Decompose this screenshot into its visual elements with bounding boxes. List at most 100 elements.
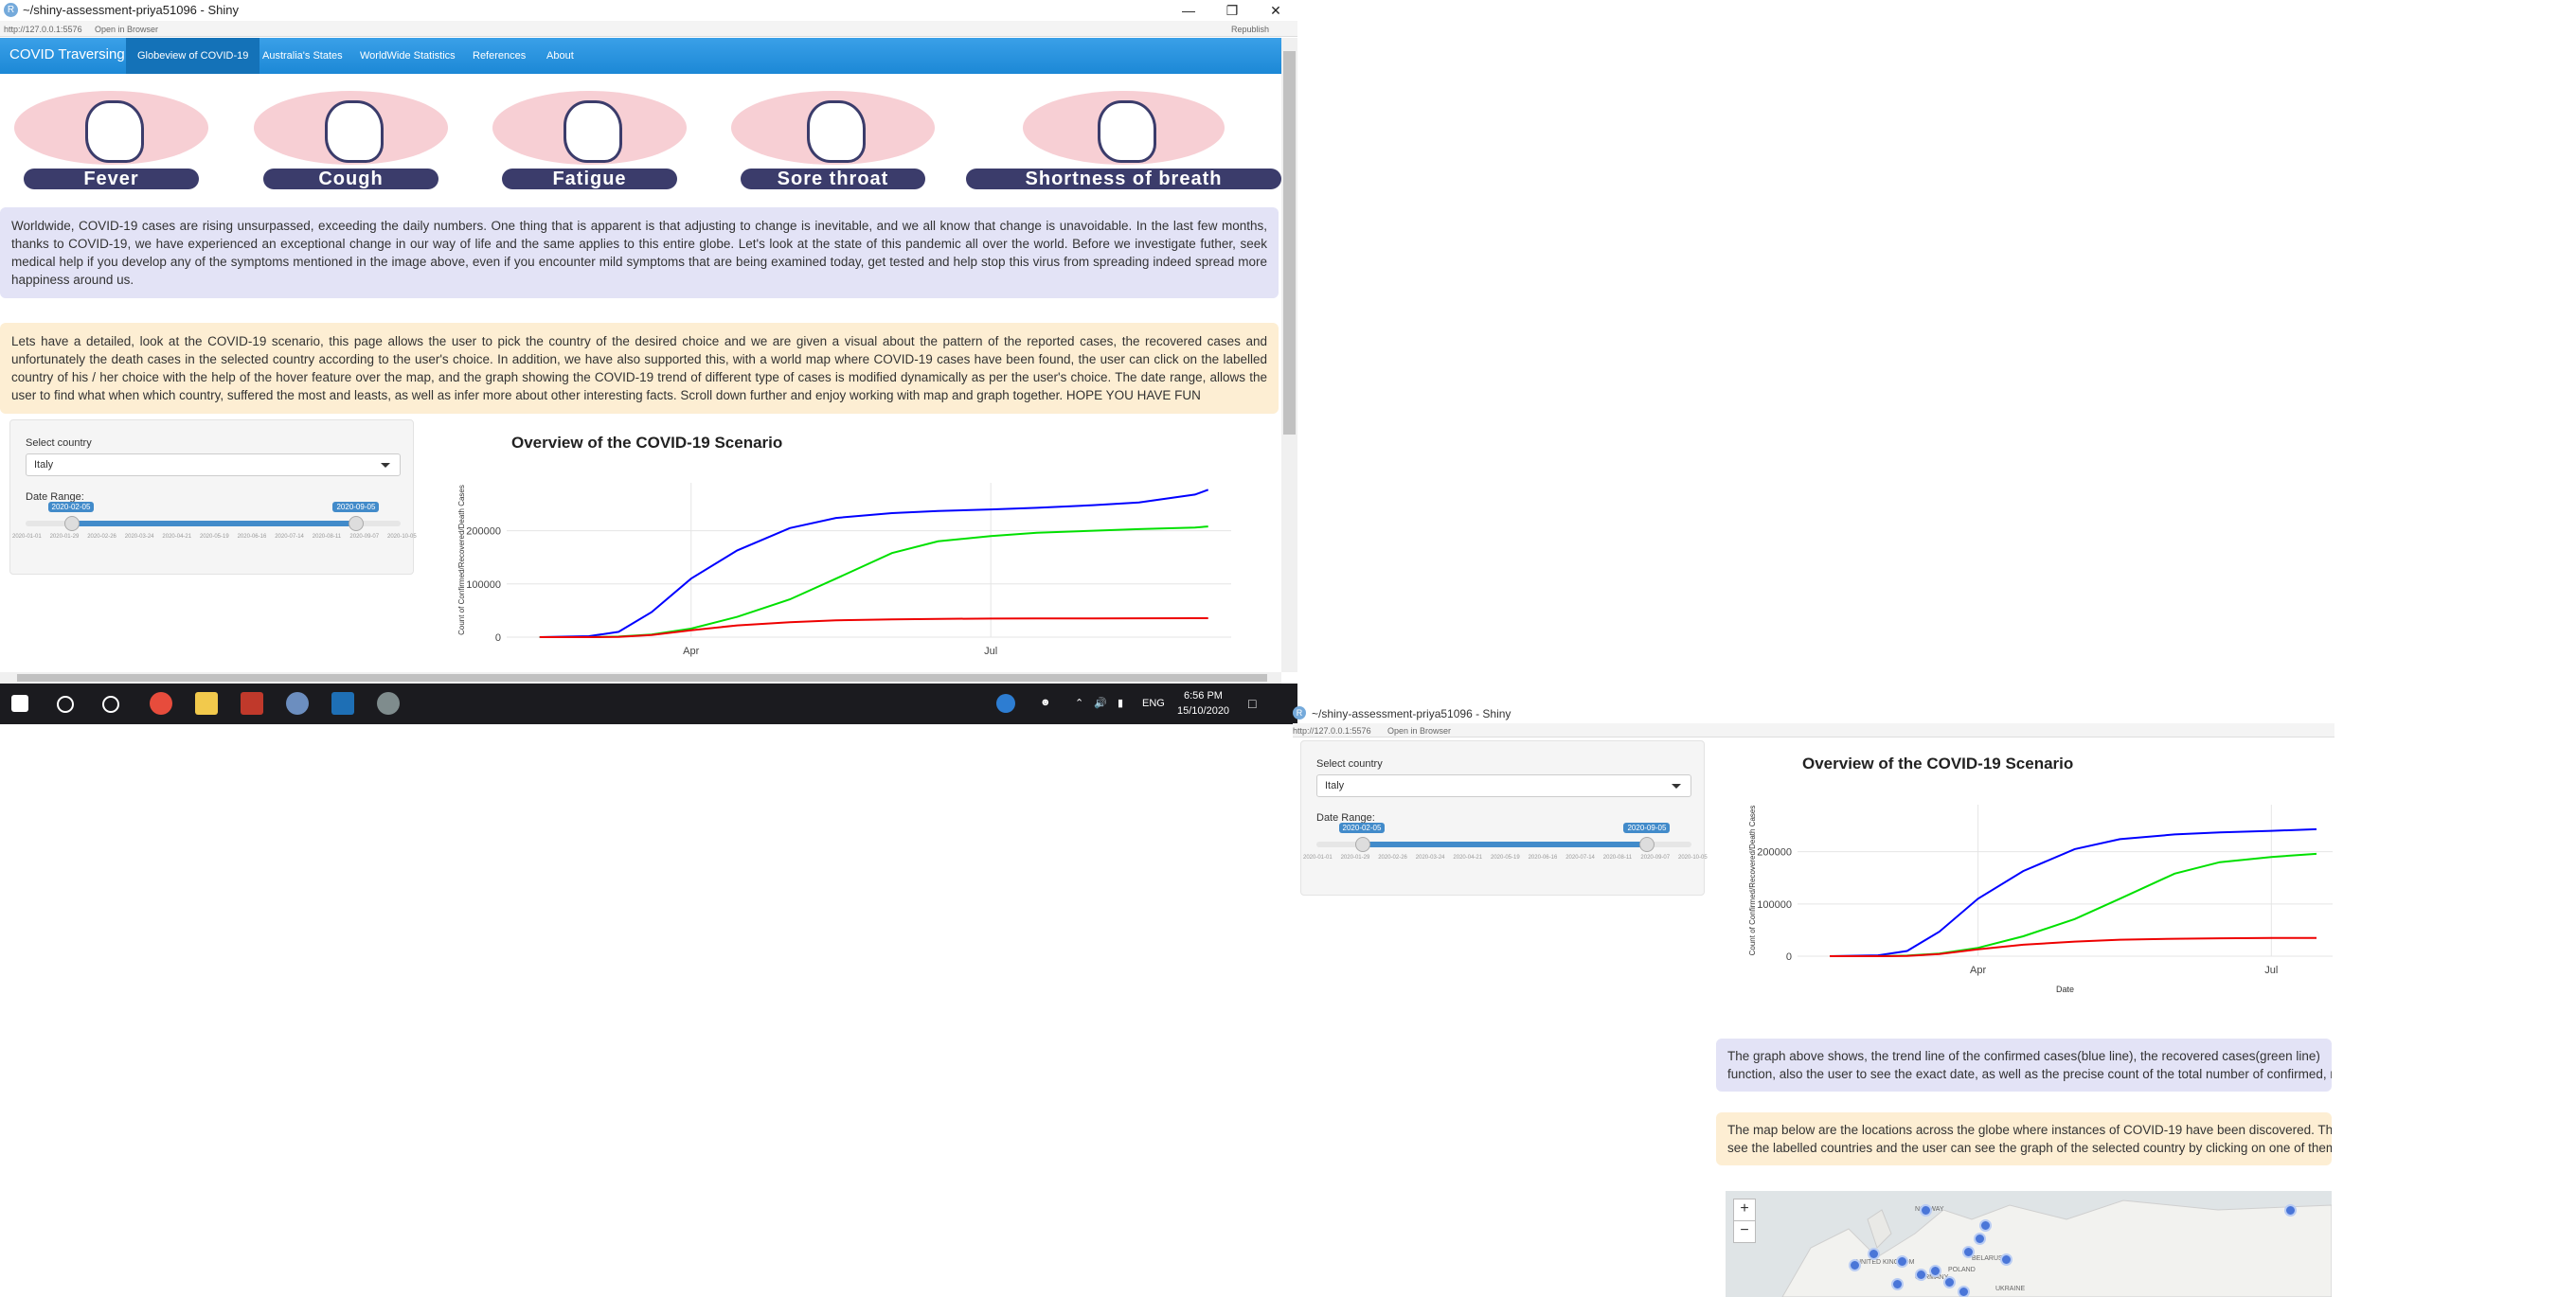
close-button[interactable]: ✕ — [1254, 0, 1297, 21]
country-select[interactable]: Italy — [1316, 774, 1691, 797]
volume-icon[interactable]: 🔊 — [1094, 697, 1107, 709]
hscrollbar-thumb[interactable] — [17, 674, 1267, 682]
zoom-out-button[interactable]: − — [1733, 1220, 1756, 1243]
map-marker[interactable] — [1891, 1278, 1904, 1290]
zoom-in-button[interactable]: + — [1733, 1199, 1756, 1221]
symptom-shortness-of-breath: Shortness of breath — [966, 91, 1281, 189]
vertical-scrollbar[interactable] — [1281, 38, 1297, 672]
series-line-2 — [1830, 936, 2317, 957]
windows-start-icon[interactable] — [11, 695, 28, 712]
slider-tick-label: 2020-08-11 — [1602, 855, 1633, 861]
clock-date[interactable]: 15/10/2020 — [1177, 705, 1229, 717]
navbar-brand[interactable]: COVID Traversing — [9, 46, 125, 62]
covid-line-chart[interactable]: 0 100000 200000 Apr Jul Count of Confirmed/Re… — [455, 464, 1260, 672]
detail-panel: Lets have a detailed, look at the COVID-… — [0, 323, 1279, 414]
window-title: ~/shiny-assessment-priya51096 - Shiny — [23, 3, 239, 17]
map-caption: The map below are the locations across t… — [1727, 1123, 2332, 1137]
tab-worldwide-statistics[interactable]: WorldWide Statistics — [349, 38, 467, 74]
map-marker[interactable] — [1849, 1259, 1861, 1271]
file-explorer-icon[interactable] — [195, 692, 218, 715]
map-marker[interactable] — [1896, 1255, 1908, 1268]
minimize-button[interactable]: — — [1167, 0, 1210, 21]
cortana-icon[interactable] — [102, 696, 119, 713]
rstudio-icon: R — [4, 3, 18, 17]
clock-time[interactable]: 6:56 PM — [1184, 690, 1223, 702]
chevron-up-icon[interactable]: ⌃ — [1075, 697, 1083, 709]
y-tick-label: 100000 — [466, 579, 501, 591]
help-icon[interactable] — [996, 694, 1015, 713]
slider-tick-label: 2020-05-19 — [200, 534, 229, 540]
slider-tick-label: 2020-08-11 — [312, 534, 342, 540]
open-in-browser-button[interactable]: Open in Browser — [95, 25, 158, 34]
slider-tick-label: 2020-07-14 — [1565, 855, 1595, 861]
map-marker[interactable] — [2284, 1204, 2297, 1217]
people-icon[interactable]: ☻ — [1040, 697, 1051, 708]
map-marker[interactable] — [2000, 1253, 2012, 1266]
map-marker[interactable] — [1974, 1233, 1986, 1245]
map-marker[interactable] — [1958, 1286, 1970, 1297]
y-tick-label: 100000 — [1757, 899, 1792, 911]
controls-panel-2: Select country Italy Date Range: 2020-02… — [1300, 740, 1708, 896]
url-text: http://127.0.0.1:5576 — [4, 25, 82, 34]
tab-references[interactable]: References — [461, 38, 537, 74]
symptom-fatigue: Fatigue — [492, 91, 687, 189]
slider-to-value: 2020-09-05 — [332, 502, 380, 512]
slider-tick-label: 2020-03-24 — [124, 534, 154, 540]
chrome-icon[interactable] — [150, 692, 172, 715]
republish-button[interactable]: Republish — [1231, 25, 1269, 34]
slider-handle-from[interactable] — [63, 516, 80, 531]
breath-icon — [1097, 100, 1156, 163]
slider-handle-to[interactable] — [349, 516, 365, 531]
language-indicator[interactable]: ENG — [1142, 698, 1165, 709]
slider-tick-label: 2020-09-07 — [349, 534, 380, 540]
restore-button[interactable]: ❐ — [1210, 0, 1254, 21]
slider-tick-label: 2020-01-01 — [1303, 855, 1333, 861]
map-marker[interactable] — [1868, 1248, 1880, 1260]
world-map[interactable]: + − UNITED KINGDOM BELARUS UKRAINE GERMA… — [1726, 1191, 2332, 1297]
slider-tick-label: 2020-10-05 — [1678, 855, 1708, 861]
y-axis-label: Count of Confirmed/Recovered/Death Cases — [457, 485, 466, 635]
slider-handle-to[interactable] — [1639, 837, 1655, 852]
covid-line-chart-2[interactable]: 0 100000 200000 Apr Jul Count of Confirmed/Re… — [1745, 784, 2333, 1006]
y-tick-label: 0 — [495, 632, 501, 644]
photos-icon[interactable] — [331, 692, 354, 715]
chevron-down-icon — [381, 463, 390, 468]
paint-icon[interactable] — [377, 692, 400, 715]
slider-tick-label: 2020-01-01 — [12, 534, 42, 540]
chart-title: Overview of the COVID-19 Scenario — [511, 434, 783, 452]
scrollbar-thumb[interactable] — [1283, 51, 1296, 435]
battery-icon: ▮ — [1118, 698, 1124, 709]
symptom-label: Sore throat — [741, 169, 925, 189]
country-select[interactable]: Italy — [26, 453, 401, 476]
map-marker[interactable] — [1920, 1204, 1932, 1217]
slider-tick-label: 2020-04-21 — [162, 534, 192, 540]
country-label: Select country — [1316, 758, 1383, 770]
sore-throat-icon — [806, 100, 866, 163]
notifications-icon[interactable]: □ — [1248, 696, 1256, 711]
acrobat-icon[interactable] — [241, 692, 263, 715]
map-marker[interactable] — [1962, 1246, 1975, 1258]
tab-about[interactable]: About — [535, 38, 585, 74]
window2-title: ~/shiny-assessment-priya51096 - Shiny — [1312, 707, 1512, 720]
map-marker[interactable] — [1943, 1276, 1956, 1288]
slider-handle-from[interactable] — [1354, 837, 1370, 852]
slider-tick-label: 2020-01-29 — [1340, 855, 1370, 861]
search-icon[interactable] — [57, 696, 74, 713]
symptom-label: Shortness of breath — [966, 169, 1281, 189]
map-marker[interactable] — [1979, 1219, 1992, 1232]
country-value: Italy — [34, 459, 54, 471]
rstudio-icon: R — [1293, 706, 1306, 720]
slider-tick-label: 2020-07-14 — [275, 534, 304, 540]
tab-australia-states[interactable]: Australia's States — [251, 38, 354, 74]
map-marker[interactable] — [1915, 1269, 1927, 1281]
date-range-slider[interactable]: 2020-02-05 2020-09-05 2020-01-01 2020-01-29… — [12, 502, 417, 553]
slider-tick-label: 2020-03-24 — [1415, 855, 1445, 861]
horizontal-scrollbar[interactable] — [0, 672, 1281, 684]
open-in-browser-button[interactable]: Open in Browser — [1387, 726, 1451, 736]
rstudio-taskbar-icon[interactable] — [286, 692, 309, 715]
date-range-slider[interactable]: 2020-02-05 2020-09-05 2020-01-01 2020-01-29… — [1303, 823, 1708, 874]
map-marker[interactable] — [1929, 1265, 1941, 1277]
slider-tick-label: 2020-06-16 — [237, 534, 267, 540]
tab-globeview[interactable]: Globeview of COVID-19 — [126, 38, 260, 74]
symptom-fever: Fever — [14, 91, 208, 189]
